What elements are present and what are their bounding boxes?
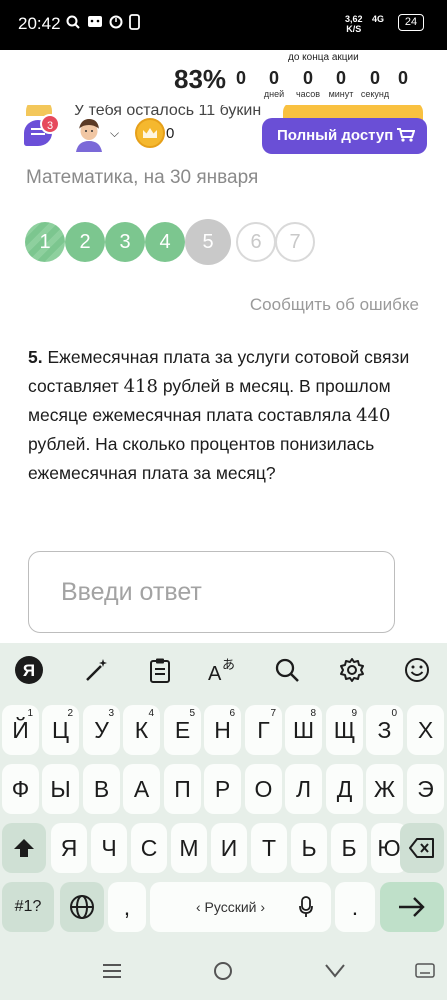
key[interactable]: Я [51,823,87,873]
key[interactable]: Б [331,823,367,873]
page-title: Математика, на 30 января [26,167,259,188]
clipboard-icon[interactable] [145,655,175,685]
key[interactable]: И [211,823,247,873]
magic-wand-icon[interactable] [82,655,112,685]
coin-balance: 0 [166,125,175,142]
key[interactable]: П [164,764,201,814]
step-1[interactable]: 1 [25,222,65,262]
search-icon[interactable] [272,655,302,685]
cart-icon [397,128,415,142]
globe-icon [70,895,94,919]
key[interactable]: О [245,764,282,814]
key[interactable]: 0З [366,705,403,755]
key[interactable]: 6Н [204,705,241,755]
step-5[interactable]: 5 [185,219,231,265]
shift-key[interactable] [2,823,46,873]
step-4[interactable]: 4 [145,222,185,262]
recents-icon[interactable] [102,963,122,979]
task-number: 5. [28,347,43,367]
language-label: ‹ Русский › [196,899,266,915]
key[interactable]: А [123,764,160,814]
step-3[interactable]: 3 [105,222,145,262]
signal-type: 4G [372,14,385,24]
key[interactable]: Л [285,764,322,814]
gear-icon[interactable] [337,655,367,685]
key[interactable]: Ь [291,823,327,873]
backspace-key[interactable] [400,823,444,873]
crown-coin-icon [135,118,165,148]
symbols-key[interactable]: #1? [2,882,54,932]
back-down-icon[interactable] [325,963,345,979]
comma-key[interactable]: , [108,882,146,932]
yandex-logo-icon[interactable]: Я [14,655,44,685]
arrow-right-icon [399,897,425,917]
status-notification-icons [66,14,156,34]
countdown-cell: 0 [397,68,408,88]
notification-icons [66,14,140,30]
key[interactable]: 7Г [245,705,282,755]
avatar[interactable] [72,116,106,152]
key[interactable]: 9Щ [326,705,363,755]
step-7[interactable]: 7 [275,222,315,262]
key[interactable]: 2Ц [42,705,79,755]
key[interactable]: Ч [91,823,127,873]
task-value: 440 [356,405,391,426]
step-2[interactable]: 2 [65,222,105,262]
net-speed: 3,62 K/S [345,14,363,34]
task-steps: 1 2 3 4 5 6 7 [25,219,425,268]
step-6[interactable]: 6 [236,222,276,262]
discount-percent: 83% [174,64,227,94]
promo-title: до конца акции [288,52,359,63]
answer-field-container [28,551,395,633]
app-header: 3 ⌵ 0 Полный доступ [0,108,447,163]
report-error-link[interactable]: Сообщить об ошибке [250,295,419,315]
key[interactable]: Т [251,823,287,873]
task-value: 418 [123,376,158,397]
backspace-icon [409,838,434,858]
period-key[interactable]: . [335,882,375,932]
key[interactable]: 5Е [164,705,201,755]
full-access-label: Полный доступ [277,127,394,144]
battery-icon: 24 [398,14,424,31]
key[interactable]: Ф [2,764,39,814]
emoji-icon[interactable] [402,655,432,685]
key[interactable]: М [171,823,207,873]
key[interactable]: 4К [123,705,160,755]
key[interactable]: Д [326,764,363,814]
home-icon[interactable] [213,961,233,981]
status-time: 20:42 [18,14,61,33]
answer-input[interactable] [29,552,394,632]
key[interactable]: 8Ш [285,705,322,755]
key[interactable]: Ж [366,764,403,814]
notification-badge: 3 [40,114,60,134]
full-access-button[interactable]: Полный доступ [262,118,427,154]
globe-key[interactable] [60,882,104,932]
key[interactable]: Х [407,705,444,755]
svg-text:あ: あ [222,658,235,673]
key[interactable]: Э [407,764,444,814]
microphone-icon [299,896,313,917]
key[interactable]: 1Й [2,705,39,755]
promo-countdown: 83% до конца акции 0 0 0дней 0часов 0мин… [0,50,447,105]
key[interactable]: В [83,764,120,814]
enter-key[interactable] [380,882,444,932]
chevron-down-icon[interactable]: ⌵ [110,126,119,141]
key[interactable]: Р [204,764,241,814]
translate-icon[interactable]: Aあ [207,655,237,685]
key[interactable]: Ы [42,764,79,814]
status-bar: 20:42 3,62 K/S 4G 24 [0,0,447,50]
key[interactable]: 3У [83,705,120,755]
key[interactable]: С [131,823,167,873]
shift-icon [14,839,34,857]
keyboard-switch-icon[interactable] [415,963,435,979]
svg-text:Я: Я [23,661,35,680]
svg-text:A: A [208,663,222,684]
system-navigation-bar [0,945,447,1000]
task-text: 5. Ежемесячная плата за услуги сотовой с… [28,347,410,483]
space-key[interactable]: ‹ Русский › [150,882,331,932]
